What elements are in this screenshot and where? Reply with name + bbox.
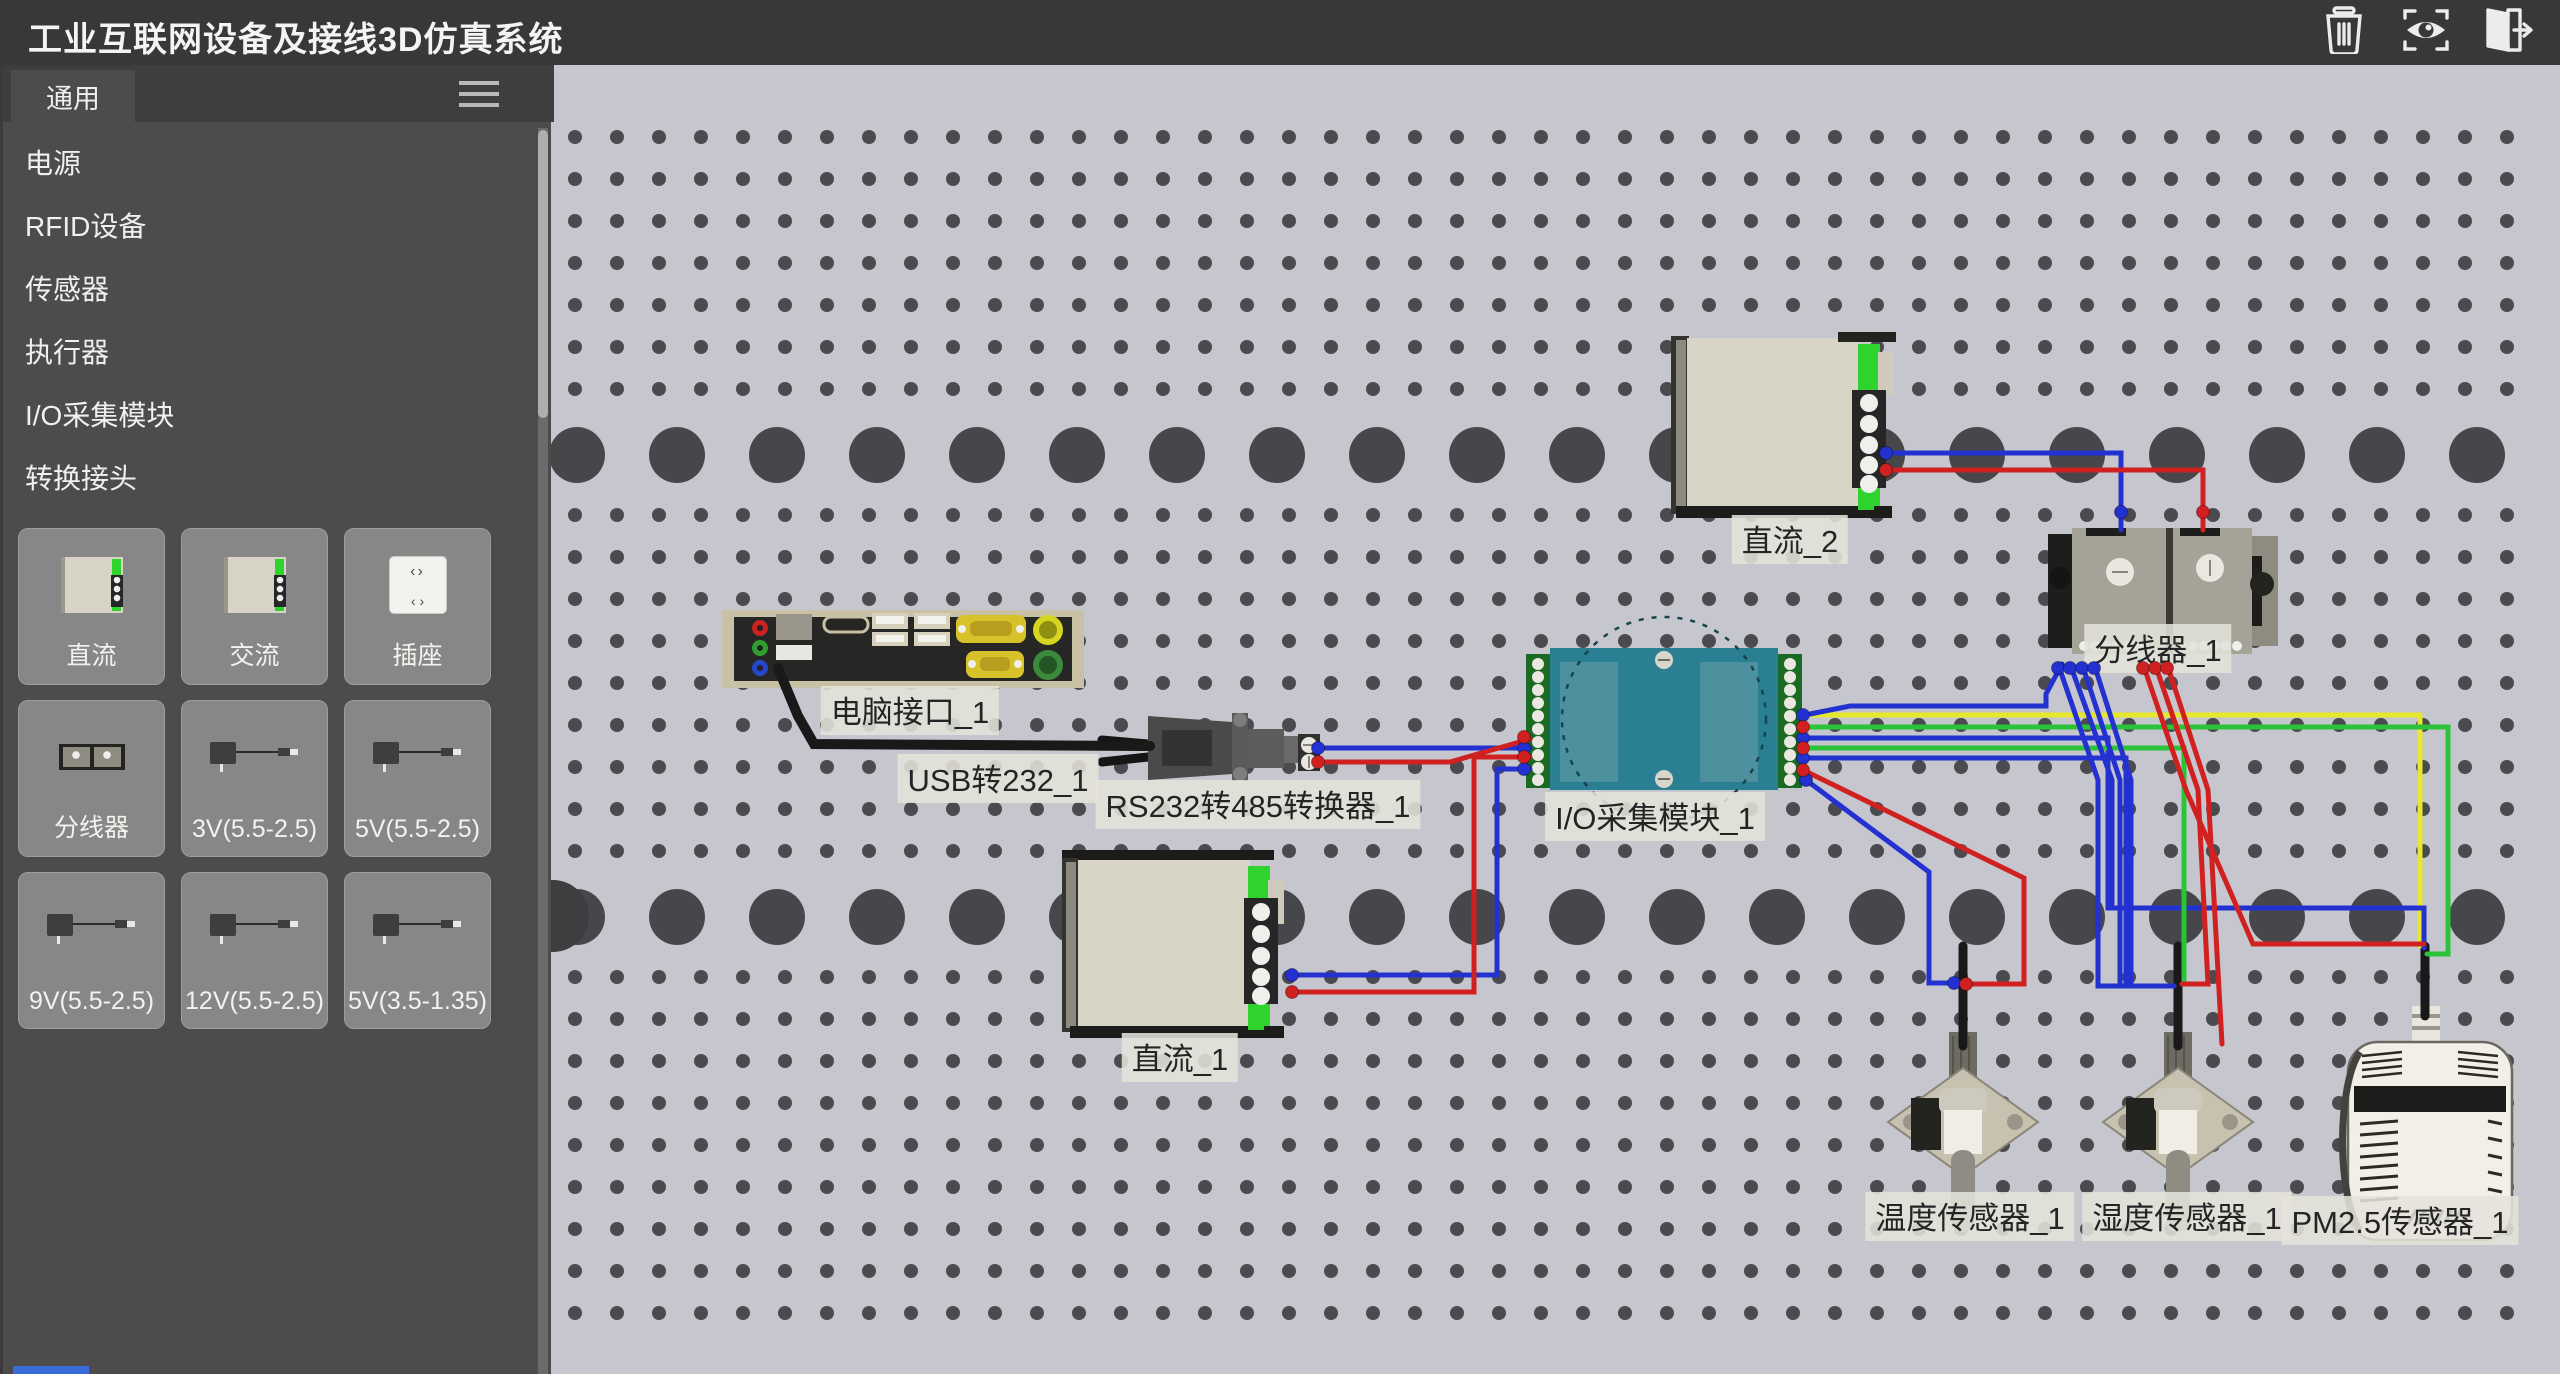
wire[interactable]: [1292, 757, 1530, 992]
adapter-thumb-icon: [19, 881, 164, 976]
menu-item-rfid[interactable]: RFID设备: [3, 193, 533, 256]
wire-connector-ball[interactable]: [1518, 731, 1531, 744]
palette-item-ac[interactable]: 交流: [181, 528, 328, 685]
adapter-thumb-icon: [182, 709, 327, 804]
wire-connector-ball[interactable]: [2197, 506, 2210, 519]
wire-connector-ball[interactable]: [2149, 662, 2162, 675]
wire-connector-ball[interactable]: [1797, 764, 1810, 777]
wire-connector-ball[interactable]: [1797, 742, 1810, 755]
adapter-thumb-icon: [182, 881, 327, 976]
sidebar-header: 通用: [3, 65, 554, 122]
category-menu: 电源 RFID设备 传感器 执行器 I/O采集模块 转换接头: [3, 130, 533, 508]
palette-item-5v-small[interactable]: 5V(3.5-1.35): [344, 872, 491, 1029]
wire[interactable]: [1292, 769, 1530, 975]
exit-button[interactable]: [2480, 6, 2536, 58]
wire-connector-ball[interactable]: [2088, 662, 2101, 675]
wire-connector-ball[interactable]: [2115, 506, 2128, 519]
wire-connector-ball[interactable]: [1797, 709, 1810, 722]
palette-item-12v[interactable]: 12V(5.5-2.5): [181, 872, 328, 1029]
menu-item-actuator[interactable]: 执行器: [3, 319, 533, 382]
view-reset-button[interactable]: [2398, 6, 2454, 58]
palette-item-3v[interactable]: 3V(5.5-2.5): [181, 700, 328, 857]
wire[interactable]: [2058, 664, 2174, 986]
delete-icon: [2320, 6, 2368, 59]
wire-connector-ball[interactable]: [1797, 721, 1810, 734]
exit-icon: [2482, 6, 2534, 59]
wire-connector-ball[interactable]: [1312, 756, 1325, 769]
wire-connector-ball[interactable]: [1312, 742, 1325, 755]
sidebar-scrollbar-thumb[interactable]: [538, 130, 548, 418]
adapter-thumb-icon: [345, 709, 490, 804]
sidebar: 通用 电源 RFID设备 传感器 执行器 I/O采集模块 转换接头 直流 交流 …: [0, 65, 551, 1374]
wire-connector-ball[interactable]: [2064, 662, 2077, 675]
palette-item-9v[interactable]: 9V(5.5-2.5): [18, 872, 165, 1029]
status-bar-fragment: [13, 1366, 89, 1374]
wire[interactable]: [1886, 453, 2121, 530]
wire-connector-ball[interactable]: [1960, 978, 1973, 991]
view-reset-icon: [2401, 6, 2451, 59]
wire[interactable]: [1806, 780, 1954, 983]
wire-connector-ball[interactable]: [1286, 969, 1299, 982]
wire[interactable]: [1886, 470, 2203, 530]
menu-item-power[interactable]: 电源: [3, 130, 533, 193]
menu-item-adapter[interactable]: 转换接头: [3, 445, 533, 508]
wire-connector-ball[interactable]: [1518, 763, 1531, 776]
palette-item-splitter[interactable]: 分线器: [18, 700, 165, 857]
wire-connector-ball[interactable]: [2052, 662, 2065, 675]
wire-layer: [551, 65, 2560, 1374]
wire-connector-ball[interactable]: [1948, 977, 1961, 990]
wire[interactable]: [1810, 664, 2062, 714]
wire-connector-ball[interactable]: [2076, 662, 2089, 675]
palette-item-socket[interactable]: 插座: [344, 528, 491, 685]
adapter-thumb-icon: [345, 881, 490, 976]
ac-psu-thumb-icon: [182, 537, 327, 632]
wire-connector-ball[interactable]: [2161, 662, 2174, 675]
top-bar: 工业互联网设备及接线3D仿真系统: [0, 0, 2560, 65]
toolbar: [2316, 6, 2536, 58]
palette-item-dc[interactable]: 直流: [18, 528, 165, 685]
menu-item-sensor[interactable]: 传感器: [3, 256, 533, 319]
wire-connector-ball[interactable]: [2137, 662, 2150, 675]
device-palette: 直流 交流 插座 分线器 3V(5.5-2.5) 5V(5.5-2.5): [18, 528, 493, 1029]
menu-item-io-module[interactable]: I/O采集模块: [3, 382, 533, 445]
wire-connector-ball[interactable]: [1880, 447, 1893, 460]
socket-thumb-icon: [345, 537, 490, 632]
app-title: 工业互联网设备及接线3D仿真系统: [28, 12, 563, 61]
menu-icon[interactable]: [459, 81, 499, 107]
wire[interactable]: [778, 668, 1150, 746]
splitter-thumb-icon: [19, 709, 164, 804]
tab-general[interactable]: 通用: [11, 70, 135, 122]
wire-connector-ball[interactable]: [1880, 464, 1893, 477]
wire-connector-ball[interactable]: [1286, 986, 1299, 999]
workspace-canvas[interactable]: 直流_2分线器_1电脑接口_1USB转232_1RS232转485转换器_1I/…: [551, 65, 2560, 1374]
palette-item-5v[interactable]: 5V(5.5-2.5): [344, 700, 491, 857]
wire-connector-ball[interactable]: [1518, 751, 1531, 764]
delete-button[interactable]: [2316, 6, 2372, 58]
dc-psu-thumb-icon: [19, 537, 164, 632]
